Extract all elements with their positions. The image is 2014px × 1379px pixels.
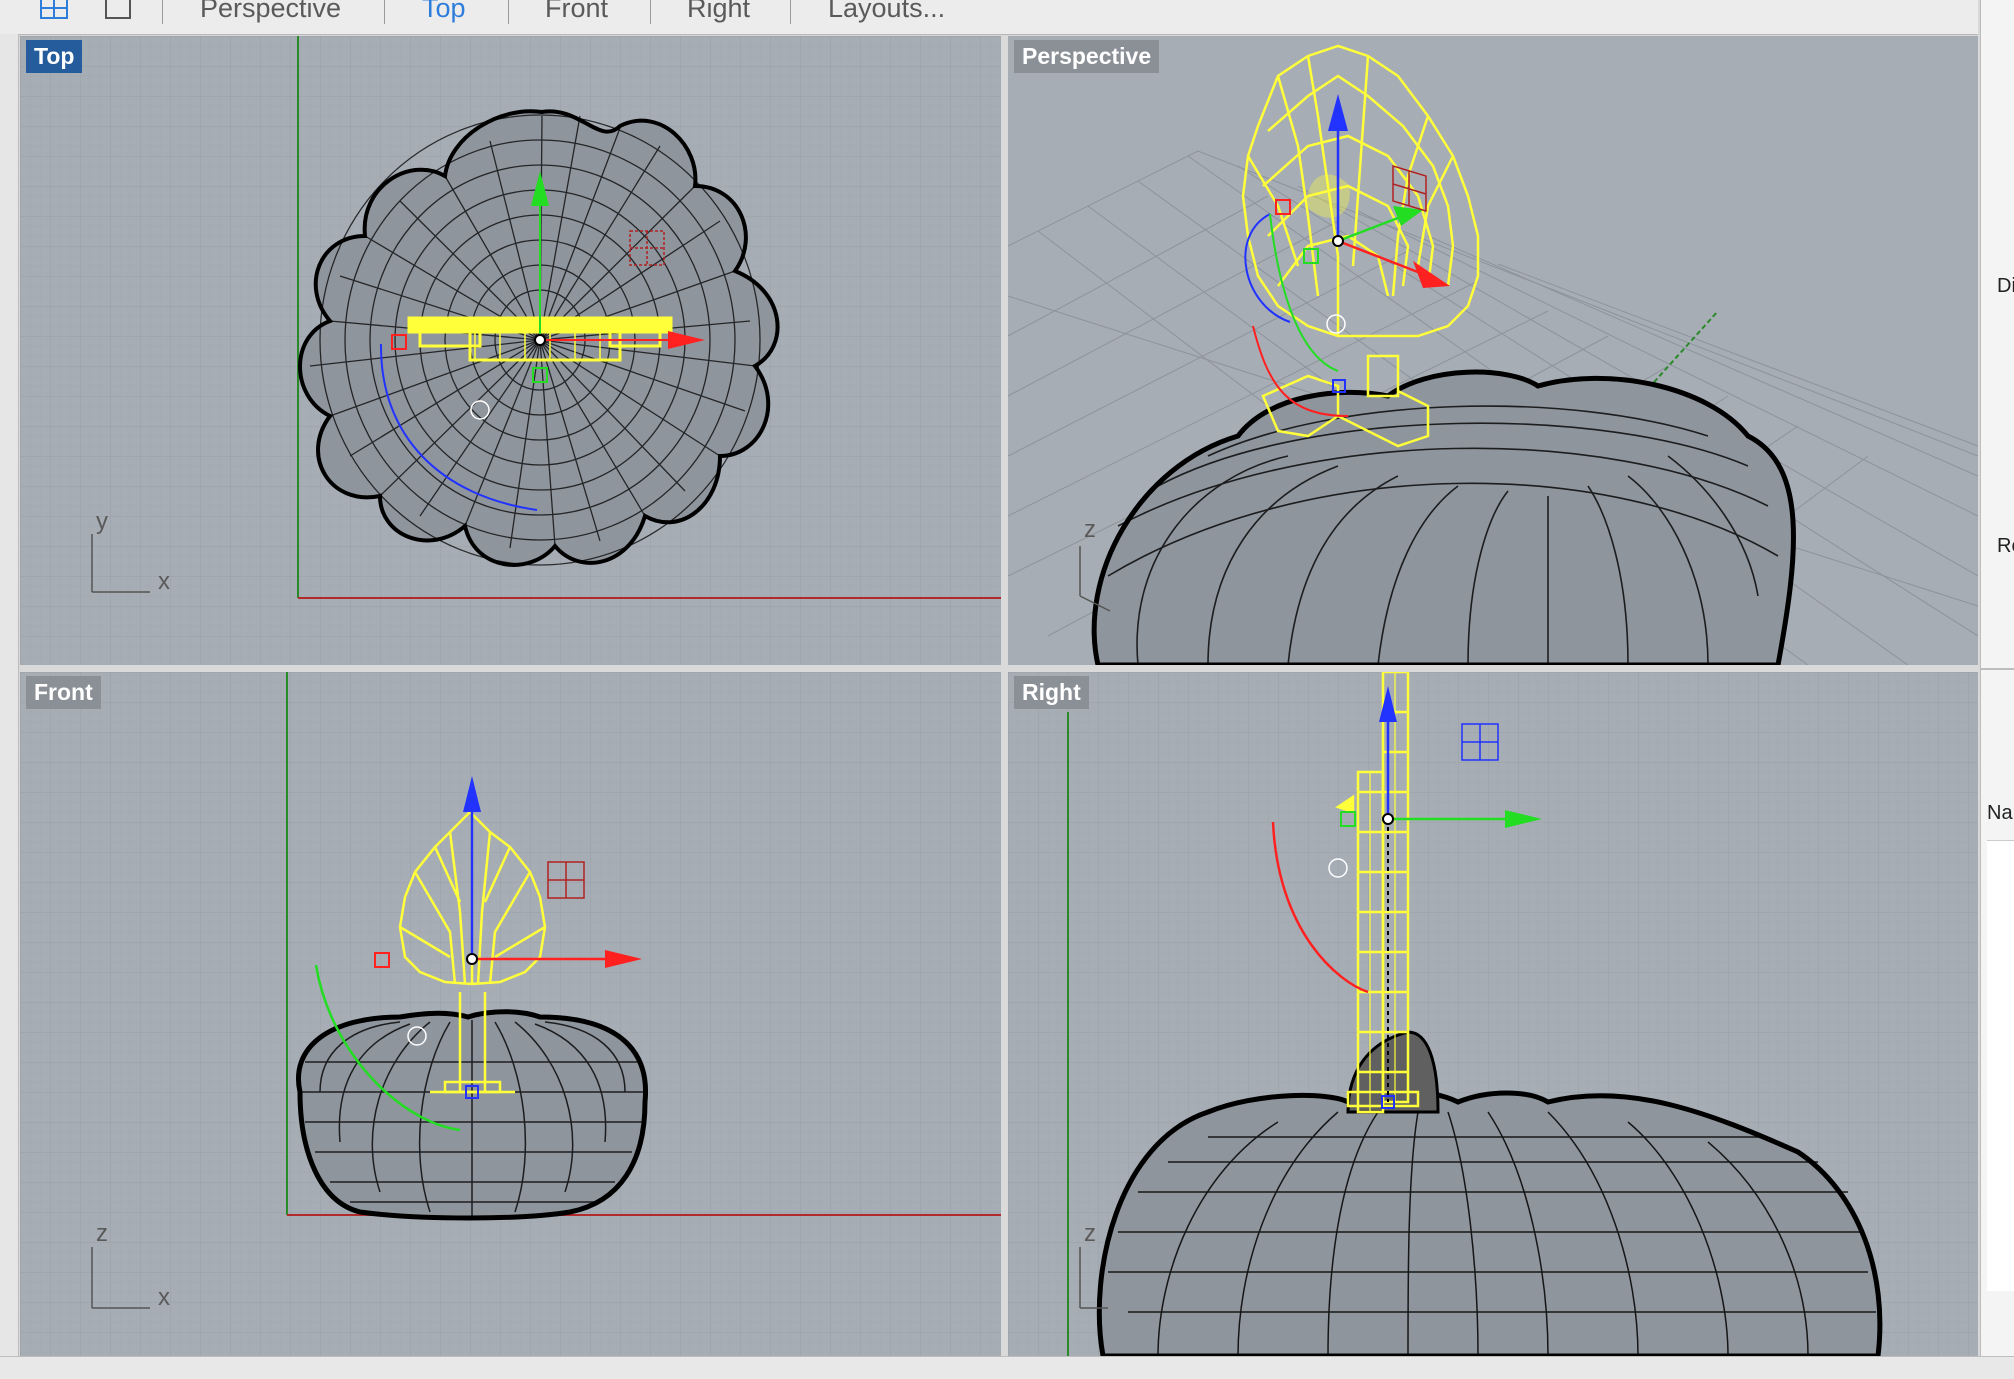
status-bar	[0, 1356, 2014, 1379]
tab-layouts[interactable]: Layouts...	[828, 0, 945, 24]
perspective-view-scene	[1008, 36, 1978, 665]
axis-label-x: x	[158, 568, 170, 595]
left-toolbar-strip	[0, 34, 19, 1356]
viewport-top[interactable]: Top y x	[20, 36, 1001, 665]
toolbar-divider	[790, 0, 791, 24]
front-view-scene	[20, 672, 1001, 1356]
pumpkin-front-wireframe	[296, 1009, 649, 1221]
viewport-front[interactable]: Front z x	[20, 672, 1001, 1356]
viewport-label-front[interactable]: Front	[26, 676, 101, 709]
four-viewports-icon[interactable]	[40, 0, 70, 22]
tab-right[interactable]: Right	[687, 0, 750, 24]
axis-label-x: x	[158, 1284, 170, 1311]
right-view-scene	[1008, 672, 1978, 1356]
tab-top[interactable]: Top	[422, 0, 466, 24]
toolbar-divider	[508, 0, 509, 24]
panel-divider	[1981, 668, 2014, 670]
single-viewport-icon[interactable]	[104, 0, 134, 22]
panel-field[interactable]	[1987, 840, 2014, 1291]
toolbar-divider	[650, 0, 651, 24]
panel-label-render: Re	[1997, 535, 2014, 557]
panel-label-name: Na	[1987, 802, 2013, 824]
viewport-divider-vertical[interactable]	[1001, 36, 1008, 1356]
viewport-toolbar: Perspective Top Front Right Layouts...	[0, 0, 1978, 35]
panel-label-display: Di	[1997, 275, 2014, 297]
viewport-perspective[interactable]: Perspective z	[1008, 36, 1978, 665]
axis-label-y: y	[96, 508, 108, 535]
viewport-label-top[interactable]: Top	[26, 40, 83, 73]
axis-label-z: z	[96, 1220, 108, 1247]
tab-front[interactable]: Front	[545, 0, 608, 24]
toolbar-divider	[384, 0, 385, 24]
tab-perspective[interactable]: Perspective	[200, 0, 341, 24]
viewport-right[interactable]: Right z	[1008, 672, 1978, 1356]
axis-label-z: z	[1084, 1220, 1096, 1247]
viewport-divider-horizontal[interactable]	[20, 665, 1978, 672]
properties-panel: Di Re Na	[1980, 0, 2014, 1378]
viewport-label-right[interactable]: Right	[1014, 676, 1089, 709]
axis-label-z: z	[1084, 516, 1096, 543]
viewport-label-perspective[interactable]: Perspective	[1014, 40, 1160, 73]
toolbar-divider	[162, 0, 163, 24]
